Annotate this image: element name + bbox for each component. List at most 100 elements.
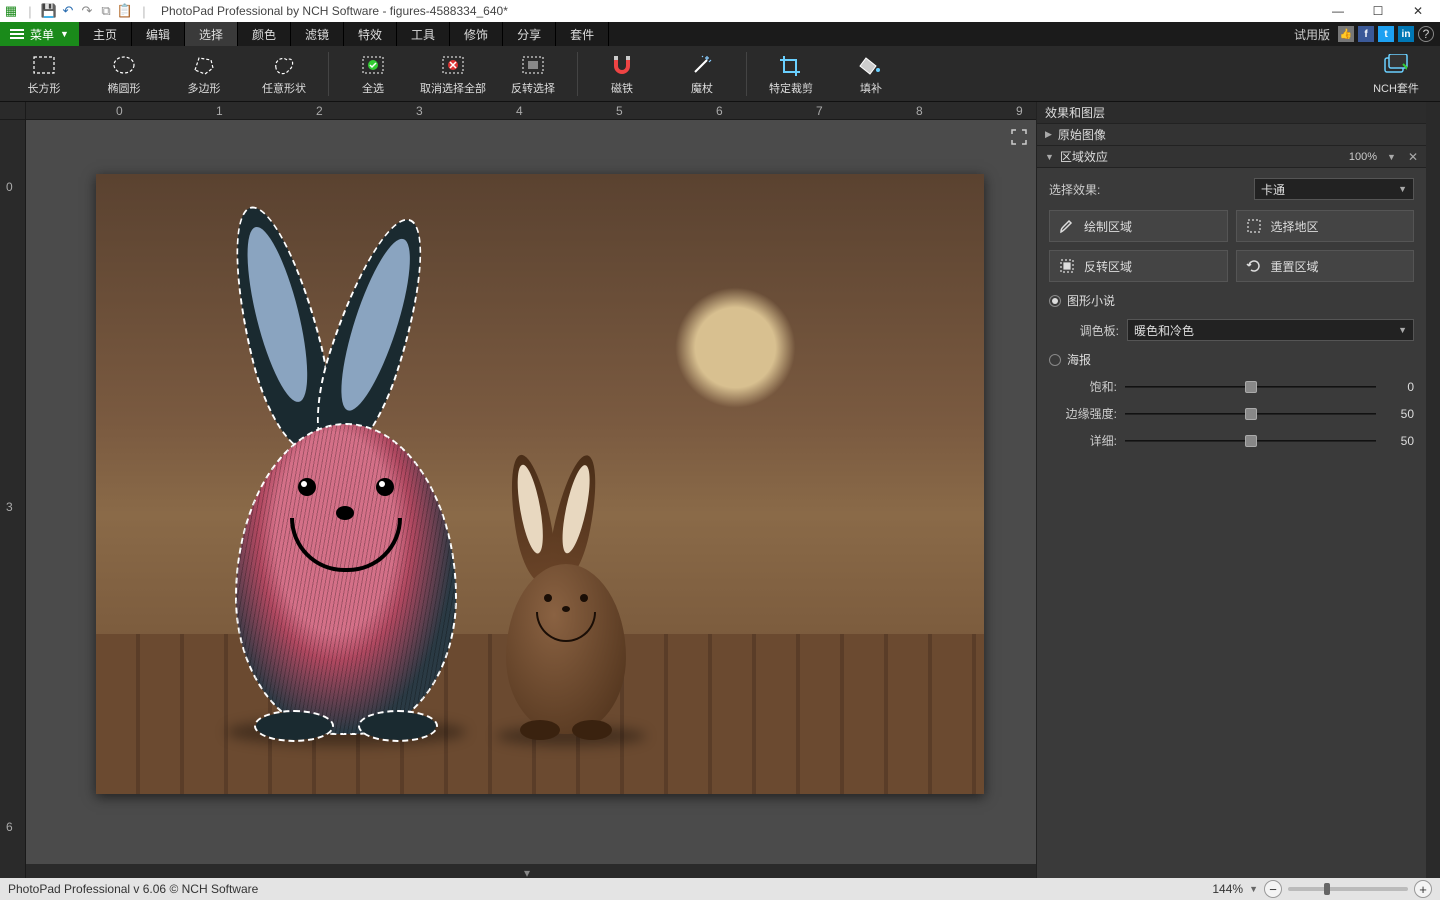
ruler-horizontal: 0123456789 (26, 102, 1036, 120)
menu-label: 菜单 (30, 26, 54, 43)
panel-title: 效果和图层 (1037, 102, 1426, 124)
window-title: PhotoPad Professional by NCH Software - … (161, 4, 508, 18)
titlebar: ▦ | 💾 ↶ ↷ ⧉ 📋 | PhotoPad Professional by… (0, 0, 1440, 22)
twitter-icon[interactable]: t (1378, 26, 1394, 42)
tool-icon (858, 52, 884, 78)
tool-icon (191, 52, 217, 78)
close-layer-icon[interactable]: ✕ (1408, 150, 1418, 164)
tab-1[interactable]: 编辑 (132, 22, 185, 46)
tab-6[interactable]: 工具 (397, 22, 450, 46)
canvas-area: 0123456789 036 (0, 102, 1036, 878)
invert-region-button[interactable]: 反转区域 (1049, 250, 1228, 282)
select-region-button[interactable]: 选择地区 (1236, 210, 1415, 242)
saturation-slider[interactable] (1125, 379, 1376, 395)
opacity-caret-icon[interactable]: ▼ (1387, 152, 1396, 162)
panel-body: 选择效果: 卡通▼ 绘制区域 选择地区 反转区域 (1037, 168, 1426, 878)
tool-icon (609, 52, 635, 78)
tool-椭圆形[interactable]: 椭圆形 (84, 48, 164, 100)
ruler-mark: 9 (1016, 104, 1023, 118)
paste-icon[interactable]: 📋 (116, 2, 134, 20)
vertical-scrollbar[interactable] (1426, 102, 1440, 878)
tool-取消选择全部[interactable]: 取消选择全部 (413, 48, 493, 100)
tool-多边形[interactable]: 多边形 (164, 48, 244, 100)
ruler-mark: 1 (216, 104, 223, 118)
tool-磁铁[interactable]: 磁铁 (582, 48, 662, 100)
tool-填补[interactable]: 填补 (831, 48, 911, 100)
tool-label: 全选 (362, 80, 384, 96)
tool-icon (360, 52, 386, 78)
tool-长方形[interactable]: 长方形 (4, 48, 84, 100)
photo-background (96, 174, 984, 794)
radio-poster[interactable]: 海报 (1049, 351, 1414, 368)
dropdown-icon: ▼ (1398, 325, 1407, 335)
slider-detail: 详细: 50 (1049, 432, 1414, 449)
thumbs-up-icon[interactable]: 👍 (1338, 26, 1354, 42)
detail-slider[interactable] (1125, 433, 1376, 449)
opacity-value: 100% (1349, 151, 1377, 163)
radio-graphic-novel[interactable]: 图形小说 (1049, 292, 1414, 309)
tool-label: 椭圆形 (108, 80, 141, 96)
dropdown-icon: ▼ (1398, 184, 1407, 194)
ruler-mark: 2 (316, 104, 323, 118)
zoom-out-button[interactable]: − (1264, 880, 1282, 898)
tab-9[interactable]: 套件 (556, 22, 609, 46)
radio-on-icon (1049, 295, 1061, 307)
tool-label: 任意形状 (262, 80, 306, 96)
close-icon[interactable]: ✕ (1398, 0, 1438, 22)
undo-icon[interactable]: ↶ (59, 2, 77, 20)
ruler-mark: 7 (816, 104, 823, 118)
facebook-icon[interactable]: f (1358, 26, 1374, 42)
canvas[interactable] (96, 174, 984, 794)
horizontal-scrollbar[interactable]: ▾ (26, 864, 1036, 878)
ruler-mark: 6 (716, 104, 723, 118)
reset-region-button[interactable]: 重置区域 (1236, 250, 1415, 282)
tab-5[interactable]: 特效 (344, 22, 397, 46)
tool-icon (111, 52, 137, 78)
tab-0[interactable]: 主页 (79, 22, 132, 46)
redo-icon[interactable]: ↷ (78, 2, 96, 20)
tool-icon (271, 52, 297, 78)
maximize-icon[interactable]: ☐ (1358, 0, 1398, 22)
tool-任意形状[interactable]: 任意形状 (244, 48, 324, 100)
tool-全选[interactable]: 全选 (333, 48, 413, 100)
expand-icon: ▼ (1045, 152, 1054, 162)
linkedin-icon[interactable]: in (1398, 26, 1414, 42)
draw-region-button[interactable]: 绘制区域 (1049, 210, 1228, 242)
tool-label: 反转选择 (511, 80, 555, 96)
zoom-caret-icon[interactable]: ▼ (1249, 884, 1258, 894)
workspace: 0123456789 036 (0, 102, 1440, 878)
tab-2[interactable]: 选择 (185, 22, 238, 46)
palette-select[interactable]: 暖色和冷色▼ (1127, 319, 1414, 341)
zoom-in-button[interactable]: + (1414, 880, 1432, 898)
tab-8[interactable]: 分享 (503, 22, 556, 46)
separator (577, 52, 578, 96)
fullscreen-icon[interactable] (1010, 128, 1028, 146)
ruler-mark: 0 (6, 180, 13, 194)
tab-3[interactable]: 颜色 (238, 22, 291, 46)
tool-反转选择[interactable]: 反转选择 (493, 48, 573, 100)
tool-特定裁剪[interactable]: 特定裁剪 (751, 48, 831, 100)
ruler-vertical: 036 (0, 120, 26, 878)
section-region-effect[interactable]: ▼ 区域效应 100% ▼ ✕ (1037, 146, 1426, 168)
menubar: 菜单 ▼ 主页编辑选择颜色滤镜特效工具修饰分享套件 试用版 👍 f t in ? (0, 22, 1440, 46)
effect-select[interactable]: 卡通▼ (1254, 178, 1414, 200)
tool-魔杖[interactable]: 魔杖 (662, 48, 742, 100)
zoom-slider[interactable] (1288, 887, 1408, 891)
tab-7[interactable]: 修饰 (450, 22, 503, 46)
tab-4[interactable]: 滤镜 (291, 22, 344, 46)
bunny-left-selected (216, 234, 476, 734)
scroll-down-icon[interactable]: ▾ (524, 866, 538, 876)
trial-label: 试用版 (1294, 26, 1330, 43)
slider-edge: 边缘强度: 50 (1049, 405, 1414, 422)
qat-sep2: | (135, 2, 153, 20)
section-original-image[interactable]: ▶ 原始图像 (1037, 124, 1426, 146)
edge-slider[interactable] (1125, 406, 1376, 422)
copy-icon[interactable]: ⧉ (97, 2, 115, 20)
save-icon[interactable]: 💾 (40, 2, 58, 20)
collapse-icon: ▶ (1045, 129, 1052, 140)
window-buttons: — ☐ ✕ (1318, 0, 1438, 22)
help-icon[interactable]: ? (1418, 26, 1434, 42)
minimize-icon[interactable]: — (1318, 0, 1358, 22)
tool-nch-suite[interactable]: NCH套件 (1356, 48, 1436, 100)
menu-button[interactable]: 菜单 ▼ (0, 22, 79, 46)
